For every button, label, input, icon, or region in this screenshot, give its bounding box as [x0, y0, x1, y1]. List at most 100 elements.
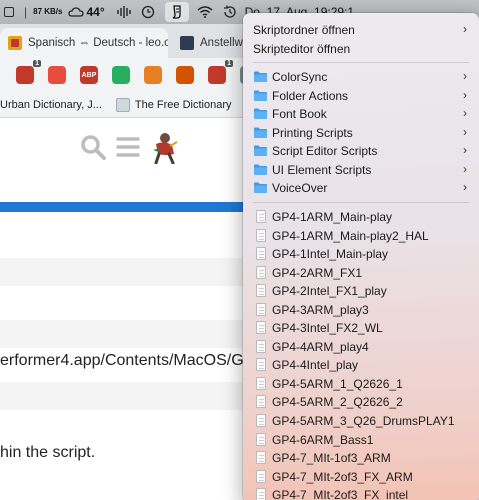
menu-item-label: GP4-6ARM_Bass1: [272, 432, 374, 447]
menu-item-label: GP4-7_MIt-2of3_FX_ARM: [272, 469, 413, 484]
menu-script-item[interactable]: GP4-3ARM_play3: [243, 301, 479, 319]
menu-item-label: GP4-1Intel_Main-play: [272, 247, 389, 262]
menu-item-label: GP4-5ARM_1_Q2626_1: [272, 376, 403, 391]
window-icon[interactable]: [4, 7, 14, 17]
document-favicon-icon: [180, 36, 194, 50]
ext-shield-icon[interactable]: 1: [208, 60, 233, 84]
ext-ublock-icon[interactable]: 1: [16, 60, 41, 84]
menu-item-label: Printing Scripts: [272, 125, 353, 140]
bookmark-label: The Free Dictionary: [134, 98, 232, 111]
menu-item-open-script-folder[interactable]: Skriptordner öffnen ›: [243, 21, 479, 39]
chevron-right-icon: ›: [463, 124, 467, 139]
menu-folder-item[interactable]: ColorSync ›: [243, 68, 479, 86]
tab-label: Spanisch ⇔ Deutsch - leo.o: [28, 37, 168, 49]
wifi-icon[interactable]: [197, 5, 213, 19]
menu-script-item[interactable]: GP4-4Intel_play: [243, 356, 479, 374]
menu-script-item[interactable]: GP4-7_MIt-1of3_ARM: [243, 449, 479, 467]
network-speed[interactable]: 87 KB/s: [33, 8, 62, 16]
menu-folder-item[interactable]: Folder Actions ›: [243, 87, 479, 105]
script-file-icon: [256, 488, 266, 500]
menu-item-open-script-editor[interactable]: Skripteditor öffnen: [243, 40, 479, 58]
folder-icon: [254, 164, 267, 175]
menu-item-label: GP4-5ARM_3_Q26_DrumsPLAY1: [272, 414, 455, 428]
menu-item-label: GP4-4Intel_play: [272, 358, 359, 373]
folder-icon: [254, 182, 267, 194]
menu-script-item[interactable]: GP4-5ARM_1_Q2626_1: [243, 375, 479, 393]
tab-leo[interactable]: Spanisch ⇔ Deutsch - leo.o: [0, 28, 168, 58]
chevron-right-icon: ›: [463, 143, 467, 158]
menu-script-item[interactable]: GP4-1ARM_Main-play: [243, 208, 479, 226]
script-menu-dropdown: Skriptordner öffnen › Skripteditor öffnen C…: [243, 13, 479, 500]
chevron-right-icon: ›: [463, 180, 467, 195]
script-file-icon: [256, 265, 266, 279]
script-file-icon: [256, 451, 266, 465]
time-machine-icon[interactable]: [223, 5, 237, 19]
menu-script-item[interactable]: GP4-7_MIt-2of3_FX_ARM: [243, 468, 479, 486]
clock-icon[interactable]: [141, 5, 155, 19]
avatar[interactable]: [150, 130, 178, 164]
menu-item-label: ColorSync: [272, 70, 328, 85]
menu-item-label: GP4-7_MIt-1of3_ARM: [272, 451, 391, 466]
menu-script-item[interactable]: GP4-1Intel_Main-play: [243, 245, 479, 263]
search-icon[interactable]: [80, 134, 106, 160]
script-file-icon: [256, 339, 266, 353]
script-file-icon: [256, 228, 266, 242]
menu-separator: [253, 201, 469, 203]
ext-pocket-icon[interactable]: [48, 66, 66, 84]
chevron-right-icon: ›: [463, 106, 467, 121]
menu-script-item[interactable]: GP4-5ARM_2_Q2626_2: [243, 393, 479, 411]
folder-icon: [254, 145, 267, 157]
menu-item-label: Skripteditor öffnen: [253, 41, 351, 56]
menu-script-item[interactable]: GP4-7_MIt-2of3_FX_intel: [243, 486, 479, 500]
menu-script-item[interactable]: GP4-6ARM_Bass1: [243, 431, 479, 449]
ext-download-icon[interactable]: [144, 66, 162, 84]
ext-hammer-icon[interactable]: [176, 66, 194, 84]
tab-anstellwinkel[interactable]: Anstellwin: [172, 28, 252, 58]
menu-item-label: GP4-2Intel_FX1_play: [272, 284, 387, 299]
menu-item-label: GP4-1ARM_Main-play: [272, 209, 393, 224]
chevron-right-icon: ›: [463, 69, 467, 84]
extension-label: ABP: [81, 71, 97, 79]
script-file-icon: [256, 321, 266, 335]
script-file-icon: [256, 376, 266, 390]
bookmark-urban-dictionary[interactable]: Urban Dictionary, J...: [0, 99, 102, 111]
menu-script-item[interactable]: GP4-5ARM_3_Q26_DrumsPLAY1: [243, 412, 479, 430]
extension-badge: 1: [225, 60, 233, 67]
menu-folder-item[interactable]: Font Book ›: [243, 105, 479, 123]
menu-separator: |: [24, 5, 28, 19]
script-file-icon: [256, 395, 266, 409]
menu-item-label: GP4-3ARM_play3: [272, 302, 369, 317]
menu-script-item[interactable]: GP4-1ARM_Main-play2_HAL: [243, 227, 479, 245]
menu-item-label: GP4-1ARM_Main-play2_HAL: [272, 228, 429, 243]
menu-script-item[interactable]: GP4-3Intel_FX2_WL: [243, 319, 479, 337]
site-header-icons: [80, 130, 178, 164]
menu-folder-item[interactable]: VoiceOver ›: [243, 179, 479, 197]
menu-item-label: Script Editor Scripts: [272, 144, 378, 159]
chevron-right-icon: ›: [463, 22, 467, 36]
script-file-icon: [256, 209, 266, 223]
menu-script-item[interactable]: GP4-2Intel_FX1_play: [243, 282, 479, 300]
hamburger-menu-icon[interactable]: [116, 136, 140, 158]
script-file-icon: [256, 247, 266, 261]
menu-item-label: GP4-5ARM_2_Q2626_2: [272, 395, 403, 410]
weather-icon[interactable]: [68, 5, 85, 19]
menu-folder-item[interactable]: Printing Scripts ›: [243, 124, 479, 142]
audio-bars-icon[interactable]: [116, 5, 131, 19]
temperature-label[interactable]: 44°: [86, 5, 104, 19]
chevron-right-icon: ›: [463, 87, 467, 102]
menu-script-item[interactable]: GP4-2ARM_FX1: [243, 264, 479, 282]
script-menu-icon[interactable]: [164, 2, 189, 22]
script-file-icon: [256, 302, 266, 316]
bookmark-free-dictionary[interactable]: The Free Dictionary: [115, 97, 232, 112]
menu-script-item[interactable]: GP4-4ARM_play4: [243, 338, 479, 356]
bookmark-label: Urban Dictionary, J...: [0, 98, 102, 111]
menu-item-label: VoiceOver: [272, 181, 328, 196]
menu-item-label: GP4-3Intel_FX2_WL: [272, 321, 383, 336]
ext-abp-icon[interactable]: ABP: [80, 66, 98, 84]
menu-folder-item[interactable]: Script Editor Scripts ›: [243, 142, 479, 160]
menu-item-label: Folder Actions: [272, 88, 349, 103]
script-file-icon: [256, 358, 266, 372]
menu-item-label: UI Element Scripts: [272, 162, 372, 177]
ext-green-icon[interactable]: [112, 66, 130, 84]
menu-folder-item[interactable]: UI Element Scripts ›: [243, 161, 479, 179]
